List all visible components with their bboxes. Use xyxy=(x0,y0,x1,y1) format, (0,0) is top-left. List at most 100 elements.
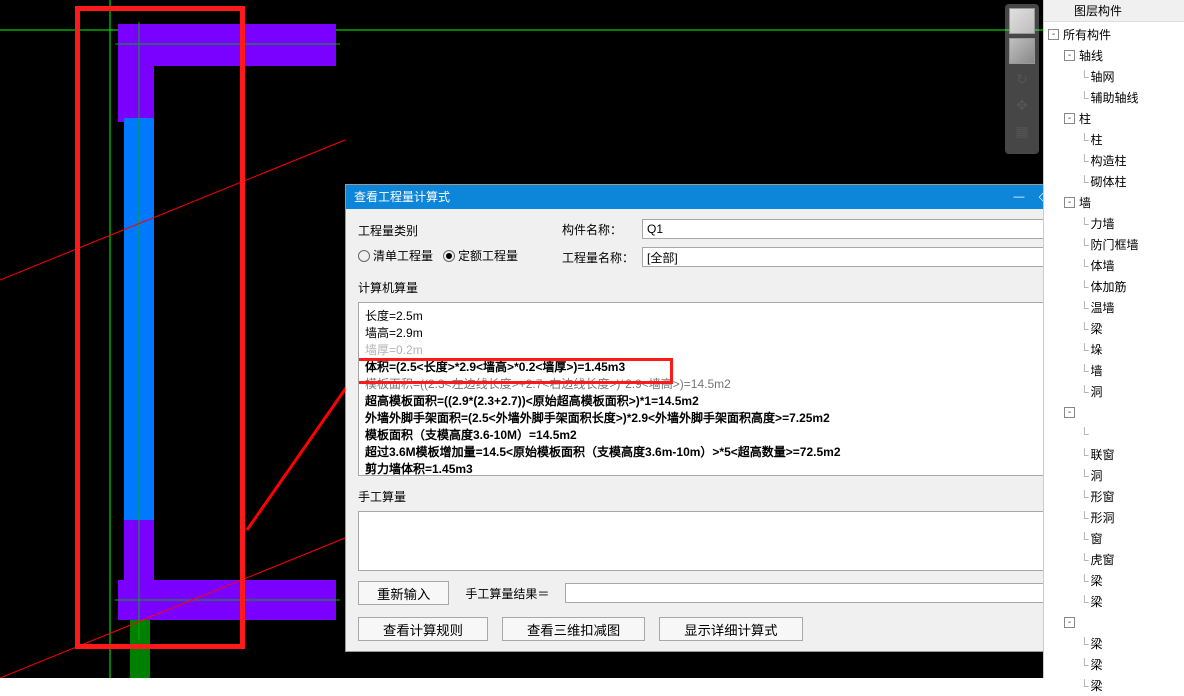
calc-line: 剪力墙体积=1.45m3 xyxy=(365,460,1065,476)
radio-quota-qty[interactable]: 定额工程量 xyxy=(443,247,518,264)
tree-node[interactable]: └联窗 xyxy=(1048,444,1184,465)
rotate-icon[interactable]: ↻ xyxy=(1011,68,1033,90)
tree-node-label: 洞 xyxy=(1091,383,1103,400)
settings-icon[interactable]: ▦ xyxy=(1011,120,1033,142)
tree-node-label: 形窗 xyxy=(1091,488,1115,505)
show-detail-button[interactable]: 显示详细计算式 xyxy=(659,617,802,641)
tree-node-label: 垛 xyxy=(1091,341,1103,358)
tree-node[interactable]: └垛 xyxy=(1048,339,1184,360)
qty-type-label: 工程量类别 xyxy=(358,222,548,239)
layer-tree[interactable]: -所有构件-轴线└轴网└辅助轴线-柱└柱└构造柱└砌体柱-墙└力墙└防门框墙└体… xyxy=(1044,22,1184,696)
tree-node-label: 力墙 xyxy=(1091,215,1115,232)
tree-node-label: 梁 xyxy=(1091,656,1103,673)
tree-node-label: 洞 xyxy=(1091,467,1103,484)
tree-node-label: 体墙 xyxy=(1091,257,1115,274)
component-name-label: 构件名称： xyxy=(562,221,636,238)
layer-tree-header: 图层构件 xyxy=(1044,0,1184,22)
calc-section-label: 计算机算量 xyxy=(358,279,1072,296)
expand-icon[interactable]: - xyxy=(1048,29,1059,40)
tree-node-label: 防门框墙 xyxy=(1091,236,1139,253)
calc-line: 外墙外脚手架面积=(2.5<外墙外脚手架面积长度>)*2.9<外墙外脚手架面积高… xyxy=(365,409,1065,426)
calc-line: 墙厚=0.2m xyxy=(365,341,1065,358)
tree-node[interactable]: └洞 xyxy=(1048,465,1184,486)
tree-node[interactable]: └砌体柱 xyxy=(1048,171,1184,192)
manual-input-box[interactable] xyxy=(358,511,1072,571)
tree-node[interactable]: └防门框墙 xyxy=(1048,234,1184,255)
expand-icon[interactable]: - xyxy=(1064,617,1075,628)
tree-node-label: 形洞 xyxy=(1091,509,1115,526)
view-cube-toolbar[interactable]: ↻ ✥ ▦ xyxy=(1005,4,1039,154)
tree-node[interactable]: └轴网 xyxy=(1048,66,1184,87)
tree-node[interactable]: └梁 xyxy=(1048,675,1184,696)
minimize-icon[interactable]: — xyxy=(1010,190,1028,204)
calc-line: 墙高=2.9m xyxy=(365,324,1065,341)
tree-node[interactable]: └洞 xyxy=(1048,381,1184,402)
calc-line: 模板面积（支模高度3.6-10M）=14.5m2 xyxy=(365,426,1065,443)
qty-name-select[interactable]: [全部]▾ xyxy=(642,247,1072,267)
tree-node[interactable]: └体加筋 xyxy=(1048,276,1184,297)
tree-node-label: 轴线 xyxy=(1079,47,1103,64)
tree-node-label: 构造柱 xyxy=(1091,152,1127,169)
tree-node-label: 虎窗 xyxy=(1091,551,1115,568)
tree-node[interactable]: └ xyxy=(1048,423,1184,444)
tree-node[interactable]: └墙 xyxy=(1048,360,1184,381)
tree-node[interactable]: └辅助轴线 xyxy=(1048,87,1184,108)
tree-node-label: 梁 xyxy=(1091,320,1103,337)
tree-node-label: 墙 xyxy=(1091,362,1103,379)
tree-node[interactable]: -墙 xyxy=(1048,192,1184,213)
tree-node[interactable]: - xyxy=(1048,612,1184,633)
tree-node[interactable]: └梁 xyxy=(1048,654,1184,675)
radio-bill-qty[interactable]: 清单工程量 xyxy=(358,247,433,264)
pan-icon[interactable]: ✥ xyxy=(1011,94,1033,116)
dialog-title-text: 查看工程量计算式 xyxy=(354,185,450,209)
tree-node[interactable]: └力墙 xyxy=(1048,213,1184,234)
tree-node-label: 梁 xyxy=(1091,677,1103,694)
tree-node[interactable]: └梁 xyxy=(1048,318,1184,339)
calc-line: 超高模板面积=((2.9*(2.3+2.7))<原始超高模板面积>)*1=14.… xyxy=(365,392,1065,409)
tree-node[interactable]: └虎窗 xyxy=(1048,549,1184,570)
tree-node-label: 联窗 xyxy=(1091,446,1115,463)
tree-node-label: 温墙 xyxy=(1091,299,1115,316)
reinput-button[interactable]: 重新输入 xyxy=(358,581,449,605)
tree-node[interactable]: └梁 xyxy=(1048,591,1184,612)
tree-node-label: 柱 xyxy=(1091,131,1103,148)
qty-formula-dialog: 查看工程量计算式 — ◇ ✕ 工程量类别 清单工程量 定额工程量 构件名称： Q… xyxy=(345,184,1085,652)
component-name-select[interactable]: Q1▾ xyxy=(642,219,1072,239)
tree-node[interactable]: └温墙 xyxy=(1048,297,1184,318)
tree-node[interactable]: └梁 xyxy=(1048,633,1184,654)
expand-icon[interactable]: - xyxy=(1064,50,1075,61)
tree-node-label: 墙 xyxy=(1079,194,1091,211)
tree-node[interactable]: └柱 xyxy=(1048,129,1184,150)
view-cube-icon[interactable] xyxy=(1009,8,1035,34)
expand-icon[interactable]: - xyxy=(1064,113,1075,124)
tree-node-label: 梁 xyxy=(1091,635,1103,652)
tree-node-label: 柱 xyxy=(1079,110,1091,127)
manual-result-label: 手工算量结果＝ xyxy=(465,585,549,602)
view-3d-button[interactable]: 查看三维扣减图 xyxy=(502,617,645,641)
calc-result-box[interactable]: 长度=2.5m 墙高=2.9m 墙厚=0.2m 体积=(2.5<长度>*2.9<… xyxy=(358,302,1072,476)
view-rule-button[interactable]: 查看计算规则 xyxy=(358,617,488,641)
view-cube-shade-icon[interactable] xyxy=(1009,38,1035,64)
tree-node[interactable]: └窗 xyxy=(1048,528,1184,549)
tree-node[interactable]: - xyxy=(1048,402,1184,423)
tree-node[interactable]: └形洞 xyxy=(1048,507,1184,528)
tree-node[interactable]: └梁 xyxy=(1048,570,1184,591)
manual-section-label: 手工算量 xyxy=(358,488,1072,505)
tree-node[interactable]: -所有构件 xyxy=(1048,24,1184,45)
expand-icon[interactable]: - xyxy=(1064,407,1075,418)
tree-node[interactable]: └体墙 xyxy=(1048,255,1184,276)
qty-name-label: 工程量名称： xyxy=(562,249,636,266)
tree-node[interactable]: └形窗 xyxy=(1048,486,1184,507)
layer-tree-panel: 图层构件 -所有构件-轴线└轴网└辅助轴线-柱└柱└构造柱└砌体柱-墙└力墙└防… xyxy=(1043,0,1184,678)
expand-icon[interactable]: - xyxy=(1064,197,1075,208)
calc-line: 超过3.6M模板增加量=14.5<原始模板面积（支模高度3.6m-10m）>*5… xyxy=(365,443,1065,460)
tree-node-label: 梁 xyxy=(1091,572,1103,589)
manual-result-input[interactable] xyxy=(565,583,1072,603)
tree-node[interactable]: └构造柱 xyxy=(1048,150,1184,171)
dialog-titlebar[interactable]: 查看工程量计算式 — ◇ ✕ xyxy=(346,185,1084,209)
tree-node[interactable]: -柱 xyxy=(1048,108,1184,129)
calc-line-volume: 体积=(2.5<长度>*2.9<墙高>*0.2<墙厚>)=1.45m3 xyxy=(365,358,1065,375)
tree-node[interactable]: -轴线 xyxy=(1048,45,1184,66)
tree-node-label: 梁 xyxy=(1091,593,1103,610)
tree-node-label: 砌体柱 xyxy=(1091,173,1127,190)
